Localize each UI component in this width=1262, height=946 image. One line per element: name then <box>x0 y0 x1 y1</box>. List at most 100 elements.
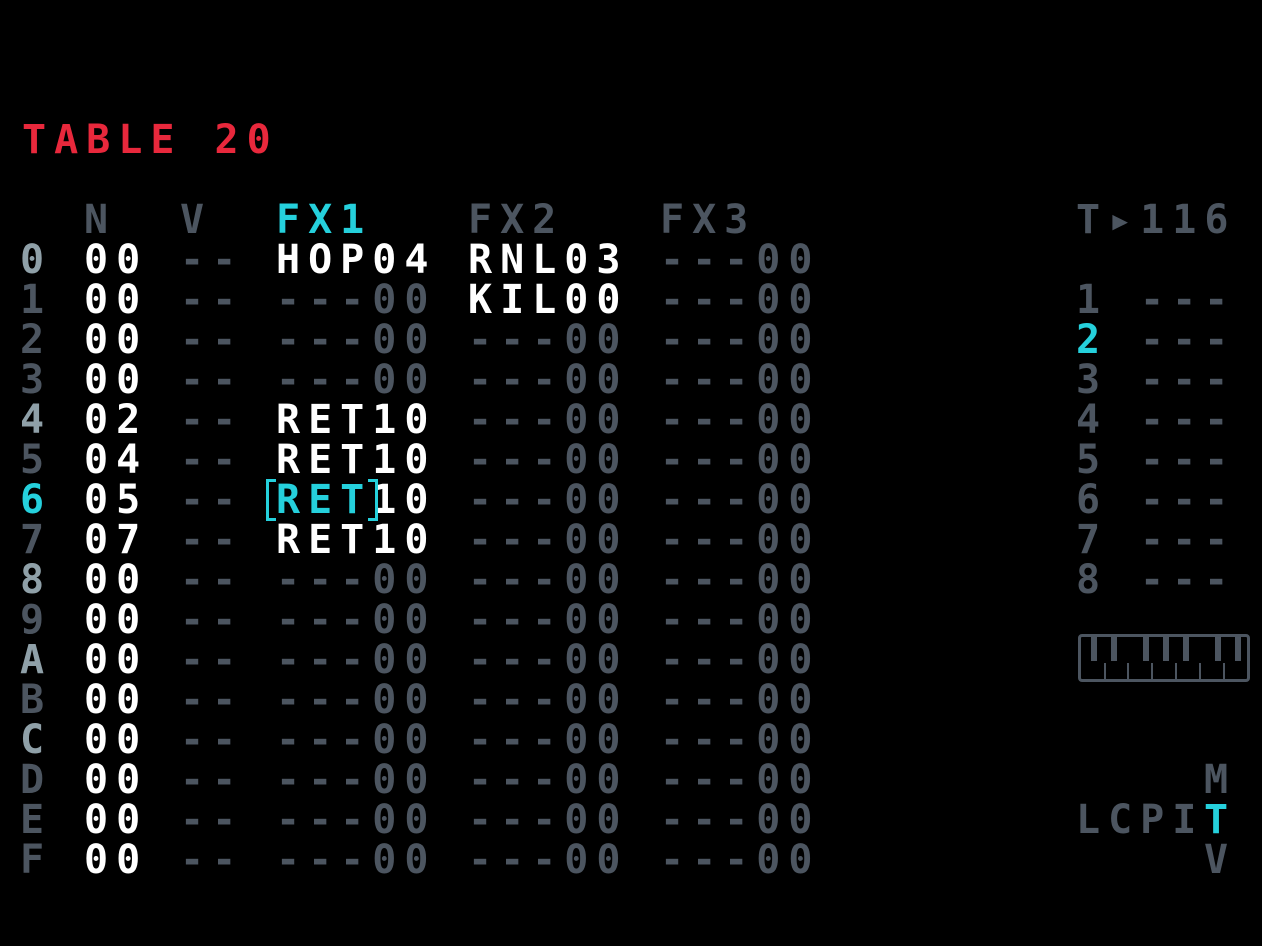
cell-fx2[interactable]: ---00 <box>468 680 628 720</box>
cell-volume[interactable]: -- <box>180 480 244 520</box>
cell-fx2[interactable]: ---00 <box>468 560 628 600</box>
cell-note[interactable]: 00 <box>84 680 148 720</box>
cell-fx1[interactable]: ---00 <box>276 680 436 720</box>
cell-fx3[interactable]: ---00 <box>660 320 820 360</box>
cell-fx3[interactable]: ---00 <box>660 360 820 400</box>
cell-note[interactable]: 00 <box>84 280 148 320</box>
track-number[interactable]: 7 <box>1076 520 1108 560</box>
cell-volume[interactable]: -- <box>180 800 244 840</box>
cell-volume[interactable]: -- <box>180 320 244 360</box>
cell-fx1[interactable]: ---00 <box>276 280 436 320</box>
cell-fx3[interactable]: ---00 <box>660 400 820 440</box>
cell-fx3[interactable]: ---00 <box>660 520 820 560</box>
cell-volume[interactable]: -- <box>180 840 244 880</box>
cell-fx3[interactable]: ---00 <box>660 680 820 720</box>
cell-fx3[interactable]: ---00 <box>660 800 820 840</box>
cell-fx2[interactable]: ---00 <box>468 480 628 520</box>
cell-note[interactable]: 00 <box>84 800 148 840</box>
cell-fx2[interactable]: KIL00 <box>468 280 628 320</box>
cell-fx3[interactable]: ---00 <box>660 640 820 680</box>
cell-fx3[interactable]: ---00 <box>660 480 820 520</box>
cell-note[interactable]: 04 <box>84 440 148 480</box>
cell-fx1[interactable]: ---00 <box>276 800 436 840</box>
cell-fx1[interactable]: ---00 <box>276 320 436 360</box>
cell-fx1[interactable]: ---00 <box>276 640 436 680</box>
cell-fx2[interactable]: ---00 <box>468 600 628 640</box>
cell-fx2[interactable]: ---00 <box>468 840 628 880</box>
track-number[interactable]: 1 <box>1076 280 1108 320</box>
cell-fx2[interactable]: ---00 <box>468 640 628 680</box>
tempo-display: T▸116 <box>1076 197 1237 243</box>
cell-fx3[interactable]: ---00 <box>660 840 820 880</box>
cell-note[interactable]: 02 <box>84 400 148 440</box>
cell-fx3[interactable]: ---00 <box>660 240 820 280</box>
cell-volume[interactable]: -- <box>180 240 244 280</box>
cell-note[interactable]: 00 <box>84 560 148 600</box>
row-index: 2 <box>20 317 53 363</box>
column-header-fx1[interactable]: FX1 <box>276 200 372 240</box>
cell-fx2[interactable]: ---00 <box>468 520 628 560</box>
column-header-fx3[interactable]: FX3 <box>660 200 756 240</box>
cell-volume[interactable]: -- <box>180 680 244 720</box>
cell-fx2[interactable]: ---00 <box>468 440 628 480</box>
cell-note[interactable]: 00 <box>84 320 148 360</box>
cell-fx1[interactable]: RET10 <box>276 400 436 440</box>
cell-fx1[interactable]: ---00 <box>276 720 436 760</box>
cell-volume[interactable]: -- <box>180 560 244 600</box>
cell-fx3[interactable]: ---00 <box>660 760 820 800</box>
cell-fx2[interactable]: RNL03 <box>468 240 628 280</box>
track-number[interactable]: 3 <box>1076 360 1108 400</box>
column-header-fx2[interactable]: FX2 <box>468 200 564 240</box>
cell-volume[interactable]: -- <box>180 760 244 800</box>
cell-fx2[interactable]: ---00 <box>468 320 628 360</box>
cell-note[interactable]: 00 <box>84 840 148 880</box>
cell-volume[interactable]: -- <box>180 720 244 760</box>
cell-volume[interactable]: -- <box>180 360 244 400</box>
row-index: B <box>20 677 53 723</box>
cell-note[interactable]: 00 <box>84 720 148 760</box>
row-index: D <box>20 757 53 803</box>
cell-fx1[interactable]: ---00 <box>276 360 436 400</box>
track-number[interactable]: 8 <box>1076 560 1108 600</box>
cell-fx1[interactable]: ---00 <box>276 760 436 800</box>
cell-note[interactable]: 00 <box>84 640 148 680</box>
cell-fx2[interactable]: ---00 <box>468 800 628 840</box>
track-value: --- <box>1140 557 1237 603</box>
cell-fx3[interactable]: ---00 <box>660 720 820 760</box>
cell-volume[interactable]: -- <box>180 640 244 680</box>
cell-note[interactable]: 00 <box>84 360 148 400</box>
track-number[interactable]: 2 <box>1076 320 1108 360</box>
cell-fx1[interactable]: RET10 <box>276 520 436 560</box>
cell-fx2[interactable]: ---00 <box>468 760 628 800</box>
cell-fx2[interactable]: ---00 <box>468 720 628 760</box>
track-number[interactable]: 4 <box>1076 400 1108 440</box>
cell-volume[interactable]: -- <box>180 520 244 560</box>
cell-note[interactable]: 07 <box>84 520 148 560</box>
track-number[interactable]: 5 <box>1076 440 1108 480</box>
cell-fx3[interactable]: ---00 <box>660 600 820 640</box>
cell-fx1[interactable]: ---00 <box>276 840 436 880</box>
cell-note[interactable]: 05 <box>84 480 148 520</box>
cell-fx3[interactable]: ---00 <box>660 560 820 600</box>
cell-fx1[interactable]: ---00 <box>276 600 436 640</box>
cell-note[interactable]: 00 <box>84 760 148 800</box>
row-index: 4 <box>20 397 53 443</box>
cell-volume[interactable]: -- <box>180 280 244 320</box>
cell-fx3[interactable]: ---00 <box>660 440 820 480</box>
track-number[interactable]: 6 <box>1076 480 1108 520</box>
cell-note[interactable]: 00 <box>84 240 148 280</box>
cell-note[interactable]: 00 <box>84 600 148 640</box>
black-key <box>1235 637 1241 661</box>
cell-volume[interactable]: -- <box>180 600 244 640</box>
table-title: TABLE 20 <box>22 117 279 163</box>
cell-fx1[interactable]: RET10 <box>276 440 436 480</box>
cell-fx1[interactable]: ---00 <box>276 560 436 600</box>
cell-fx3[interactable]: ---00 <box>660 280 820 320</box>
cell-fx2[interactable]: ---00 <box>468 400 628 440</box>
white-key-divider <box>1104 663 1106 679</box>
cell-volume[interactable]: -- <box>180 400 244 440</box>
cell-fx2[interactable]: ---00 <box>468 360 628 400</box>
column-header-n: N <box>84 197 117 243</box>
cell-volume[interactable]: -- <box>180 440 244 480</box>
cell-fx1[interactable]: HOP04 <box>276 240 436 280</box>
